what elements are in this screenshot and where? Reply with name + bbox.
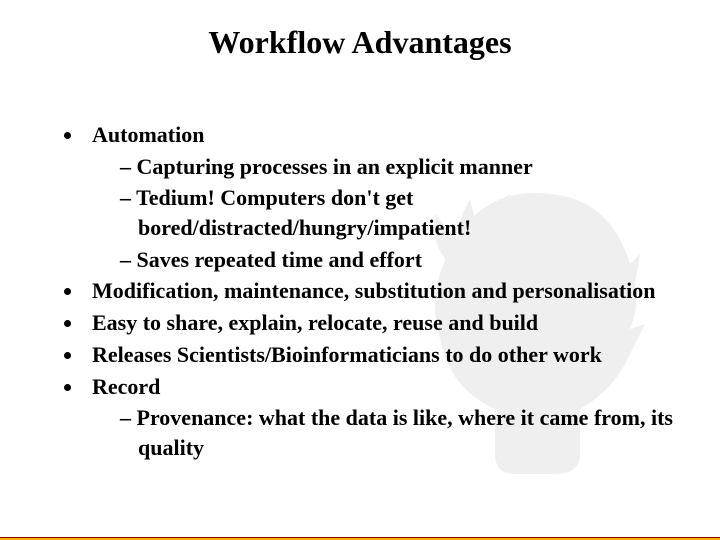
slide-title: Workflow Advantages bbox=[0, 24, 720, 61]
sub-item: Capturing processes in an explicit manne… bbox=[120, 152, 680, 182]
bullet-item: Record Provenance: what the data is like… bbox=[84, 372, 680, 463]
sub-item: Provenance: what the data is like, where… bbox=[120, 403, 680, 462]
bullet-item: Modification, maintenance, substitution … bbox=[84, 276, 680, 306]
bullet-list: Automation Capturing processes in an exp… bbox=[60, 120, 680, 463]
bullet-label: Releases Scientists/Bioinformaticians to… bbox=[92, 342, 602, 367]
bullet-label: Automation bbox=[92, 122, 204, 147]
bullet-item: Releases Scientists/Bioinformaticians to… bbox=[84, 340, 680, 370]
bullet-item: Easy to share, explain, relocate, reuse … bbox=[84, 308, 680, 338]
bullet-label: Modification, maintenance, substitution … bbox=[92, 278, 656, 303]
sub-list: Capturing processes in an explicit manne… bbox=[92, 152, 680, 275]
slide-footer: USC Viterbi School of Engineering bbox=[0, 536, 720, 540]
slide: Workflow Advantages Automation Capturing… bbox=[0, 24, 720, 540]
bullet-label: Easy to share, explain, relocate, reuse … bbox=[92, 310, 538, 335]
slide-body: Automation Capturing processes in an exp… bbox=[60, 120, 680, 465]
sub-list: Provenance: what the data is like, where… bbox=[92, 403, 680, 462]
bullet-label: Record bbox=[92, 374, 160, 399]
sub-item: Tedium! Computers don't get bored/distra… bbox=[120, 183, 680, 242]
sub-item: Saves repeated time and effort bbox=[120, 245, 680, 275]
bullet-item: Automation Capturing processes in an exp… bbox=[84, 120, 680, 274]
